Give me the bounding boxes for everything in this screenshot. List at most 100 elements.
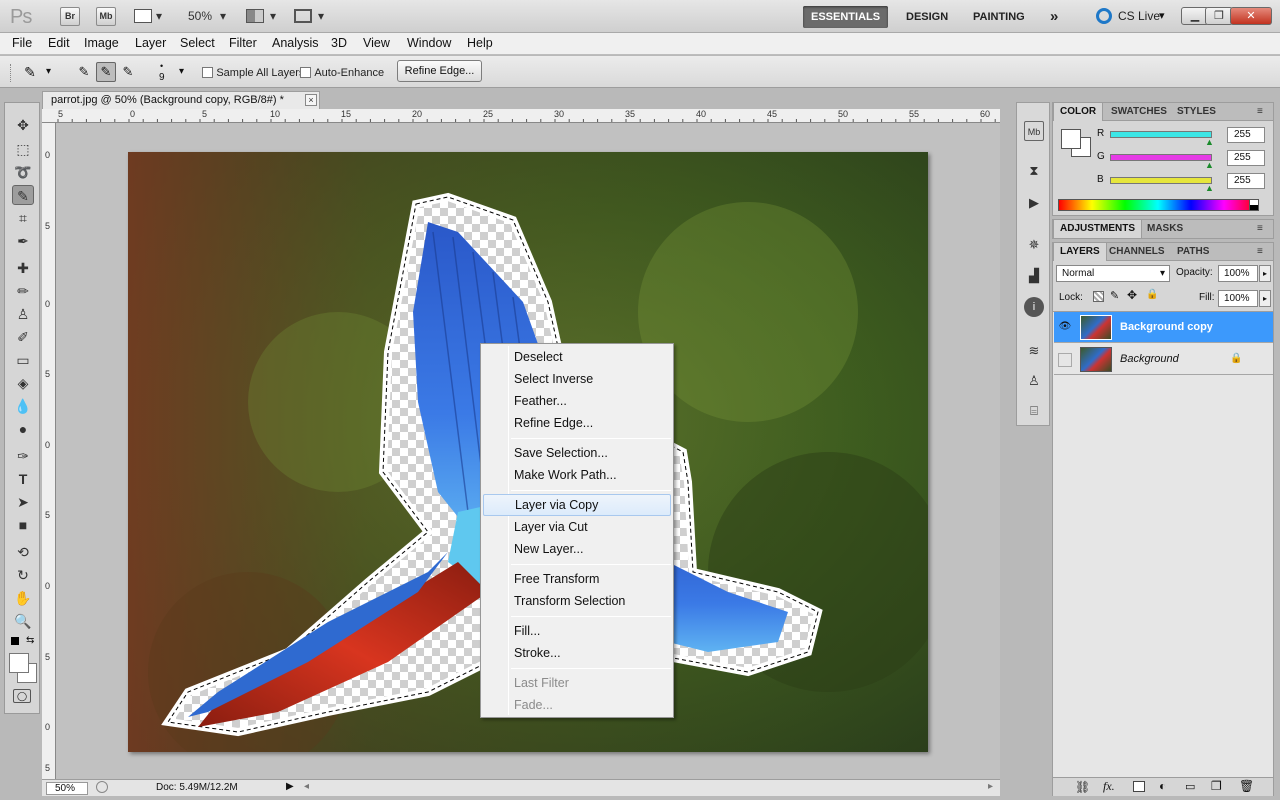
- green-slider-track[interactable]: [1110, 154, 1212, 161]
- foreground-color-swatch[interactable]: [9, 653, 29, 673]
- delete-layer-icon[interactable]: 🗑: [1239, 779, 1254, 793]
- menu-item-layer-via-cut[interactable]: Layer via Cut: [483, 516, 671, 538]
- tab-channels[interactable]: CHANNELS: [1103, 243, 1171, 261]
- menu-layer[interactable]: Layer: [135, 36, 166, 50]
- visibility-toggle-empty[interactable]: [1058, 353, 1072, 367]
- clone-source-icon[interactable]: ♙: [1024, 371, 1044, 391]
- type-tool-icon[interactable]: T: [12, 469, 34, 489]
- path-selection-tool-icon[interactable]: ➤: [12, 492, 34, 512]
- visibility-eye-icon[interactable]: 👁: [1058, 321, 1072, 335]
- menu-file[interactable]: File: [12, 36, 32, 50]
- close-document-icon[interactable]: ×: [305, 94, 317, 106]
- menu-3d[interactable]: 3D: [331, 36, 347, 50]
- red-slider-handle[interactable]: ▲: [1205, 137, 1214, 147]
- quick-mask-icon[interactable]: ◯: [13, 689, 31, 703]
- chevron-down-icon[interactable]: ▾: [270, 9, 276, 23]
- menu-select[interactable]: Select: [180, 36, 215, 50]
- panel-menu-icon[interactable]: ≡: [1251, 220, 1269, 238]
- red-slider-track[interactable]: [1110, 131, 1212, 138]
- color-ramp[interactable]: [1058, 199, 1258, 211]
- histogram-icon[interactable]: ▟: [1024, 266, 1044, 286]
- new-adjustment-layer-icon[interactable]: ◐: [1159, 779, 1166, 793]
- blend-mode-select[interactable]: Normal ▾: [1056, 265, 1170, 282]
- brush-presets-icon[interactable]: ≋: [1024, 341, 1044, 361]
- mini-bridge-icon[interactable]: Mb: [1024, 121, 1044, 141]
- close-window-button[interactable]: ✕: [1230, 7, 1272, 25]
- mini-bridge-button[interactable]: Mb: [96, 7, 116, 26]
- scroll-left-icon[interactable]: ◂: [304, 781, 309, 792]
- panel-menu-icon[interactable]: ≡: [1251, 103, 1269, 121]
- blue-slider-track[interactable]: [1110, 177, 1212, 184]
- auto-enhance-checkbox[interactable]: [300, 67, 311, 79]
- menu-item-new-layer[interactable]: New Layer...: [483, 538, 671, 560]
- link-layers-icon[interactable]: ⛓: [1075, 780, 1090, 794]
- blur-tool-icon[interactable]: 💧: [12, 396, 34, 416]
- lock-position-icon[interactable]: ✥: [1127, 288, 1137, 302]
- menu-item-make-work-path[interactable]: Make Work Path...: [483, 464, 671, 486]
- chevron-down-icon[interactable]: ▾: [1159, 9, 1165, 22]
- menu-item-feather[interactable]: Feather...: [483, 390, 671, 412]
- auto-enhance-option[interactable]: Auto-Enhance: [300, 65, 384, 79]
- 3d-icon[interactable]: ✵: [1024, 235, 1044, 255]
- actions-icon[interactable]: ▶: [1024, 193, 1044, 213]
- red-value-input[interactable]: 255: [1227, 127, 1265, 143]
- menu-image[interactable]: Image: [84, 36, 119, 50]
- blue-slider-handle[interactable]: ▲: [1205, 183, 1214, 193]
- pen-tool-icon[interactable]: ✑: [12, 446, 34, 466]
- extras-icon[interactable]: [134, 9, 152, 23]
- clone-stamp-tool-icon[interactable]: ♙: [12, 304, 34, 324]
- paint-bucket-tool-icon[interactable]: ◈: [12, 373, 34, 393]
- tool-presets-icon[interactable]: ⌸: [1024, 401, 1044, 421]
- screen-mode-icon[interactable]: [294, 9, 312, 23]
- default-colors-icon[interactable]: [11, 637, 19, 645]
- workspace-essentials[interactable]: ESSENTIALS: [803, 6, 889, 28]
- tab-layers[interactable]: LAYERS: [1053, 243, 1107, 261]
- history-icon[interactable]: ⧗: [1024, 161, 1044, 181]
- chevron-down-icon[interactable]: ▾: [179, 66, 184, 77]
- workspace-design[interactable]: DESIGN: [898, 6, 956, 28]
- fill-input[interactable]: 100%: [1218, 290, 1258, 307]
- layer-row-background-copy[interactable]: 👁 Background copy: [1054, 312, 1273, 343]
- tab-styles[interactable]: STYLES: [1171, 103, 1222, 121]
- new-selection-icon[interactable]: ✎: [74, 62, 94, 82]
- opacity-slider-arrow-icon[interactable]: ▸: [1259, 265, 1271, 282]
- blue-value-input[interactable]: 255: [1227, 173, 1265, 189]
- subtract-from-selection-icon[interactable]: ✎: [118, 62, 138, 82]
- bridge-launch-button[interactable]: Br: [60, 7, 80, 26]
- hand-tool-icon[interactable]: ✋: [12, 588, 34, 608]
- green-value-input[interactable]: 255: [1227, 150, 1265, 166]
- dodge-tool-icon[interactable]: ●: [12, 419, 34, 439]
- brush-tool-icon[interactable]: ✏: [12, 281, 34, 301]
- zoom-tool-icon[interactable]: 🔍: [12, 611, 34, 631]
- horizontal-ruler[interactable]: 5 0 5 10 15 20 25 30 35 40 45 50 55 60: [42, 109, 1000, 123]
- eyedropper-tool-icon[interactable]: ✒: [12, 231, 34, 251]
- cs-live-icon[interactable]: [1096, 8, 1112, 24]
- menu-edit[interactable]: Edit: [48, 36, 70, 50]
- layer-style-icon[interactable]: fx.: [1103, 779, 1115, 794]
- new-group-icon[interactable]: ▭: [1185, 780, 1195, 793]
- foreground-color-chip[interactable]: [1061, 129, 1081, 149]
- document-tab[interactable]: parrot.jpg @ 50% (Background copy, RGB/8…: [42, 91, 320, 109]
- move-tool-icon[interactable]: ✥: [12, 115, 34, 135]
- scroll-right-icon[interactable]: ▸: [988, 781, 993, 792]
- zoom-field[interactable]: 50%: [46, 782, 88, 795]
- zoom-level-select[interactable]: 50%: [188, 9, 212, 23]
- menu-item-fill[interactable]: Fill...: [483, 620, 671, 642]
- lasso-tool-icon[interactable]: ➰: [12, 162, 34, 182]
- menu-item-select-inverse[interactable]: Select Inverse: [483, 368, 671, 390]
- chevron-down-icon[interactable]: ▾: [318, 9, 324, 23]
- history-brush-tool-icon[interactable]: ✐: [12, 327, 34, 347]
- quick-selection-tool-preset-icon[interactable]: ✎: [20, 62, 40, 82]
- healing-brush-tool-icon[interactable]: ✚: [12, 258, 34, 278]
- menu-item-layer-via-copy[interactable]: Layer via Copy: [483, 494, 671, 516]
- chevron-down-icon[interactable]: ▾: [46, 66, 51, 77]
- layer-row-background[interactable]: Background 🔒: [1054, 344, 1273, 375]
- eraser-tool-icon[interactable]: ▭: [12, 350, 34, 370]
- sample-all-layers-option[interactable]: Sample All Layers: [202, 65, 304, 79]
- menu-item-stroke[interactable]: Stroke...: [483, 642, 671, 664]
- tab-masks[interactable]: MASKS: [1141, 220, 1189, 238]
- restore-button[interactable]: ❐: [1205, 7, 1233, 25]
- lock-image-pixels-icon[interactable]: ✎: [1110, 289, 1119, 302]
- menu-help[interactable]: Help: [467, 36, 493, 50]
- menu-window[interactable]: Window: [407, 36, 451, 50]
